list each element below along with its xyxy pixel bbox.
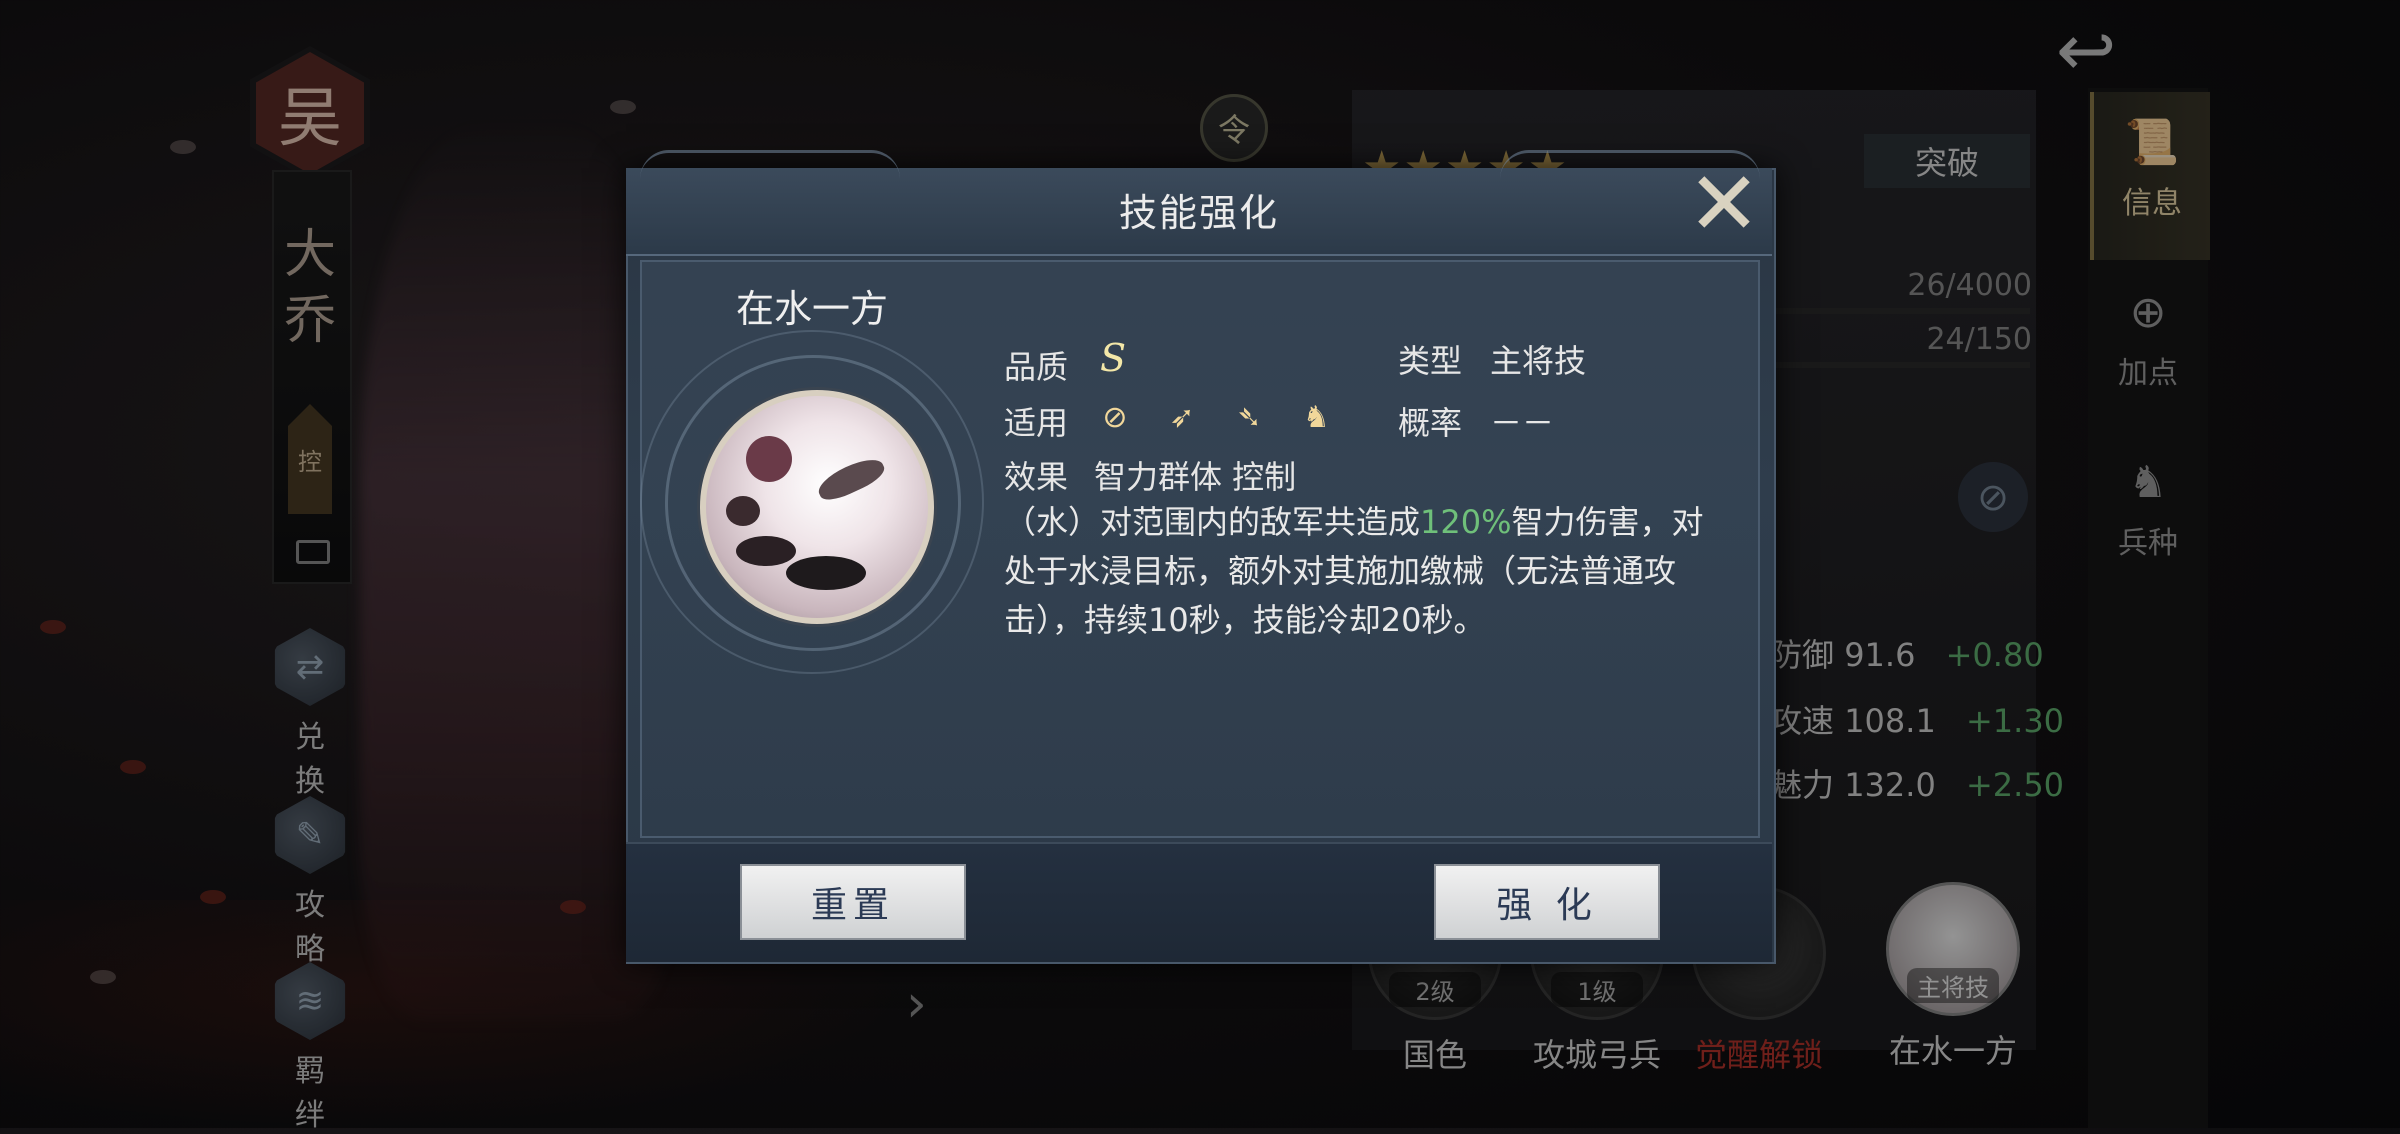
applicable-troops: ⊘ ➶ ➴ ♞ (1094, 396, 1357, 438)
skill-description: （水）对范围内的敌军共造成120%智力伤害，对处于水浸目标，额外对其施加缴械（无… (1004, 498, 1710, 645)
shield-icon: ⊘ (1102, 399, 1128, 435)
bow-icon: ➶ (1169, 399, 1195, 435)
cavalry-icon: ♞ (1302, 399, 1330, 435)
spear-icon: ➴ (1236, 399, 1262, 435)
chance-label: 概率 (1398, 404, 1463, 442)
applies-label: 适用 (1004, 404, 1069, 442)
chance-value: －－ (1490, 404, 1555, 442)
close-icon[interactable]: ✕ (1684, 160, 1764, 248)
quality-value: S (1100, 336, 1127, 380)
type-label: 类型 (1398, 342, 1463, 380)
quality-label: 品质 (1004, 348, 1069, 386)
dialog-title: 技能强化 (1118, 191, 1279, 235)
reset-button[interactable]: 重置 (740, 864, 966, 940)
effect-value: 智力群体 控制 (1094, 458, 1297, 496)
type-value: 主将技 (1490, 342, 1587, 380)
skill-name: 在水一方 (736, 287, 889, 331)
enhance-button[interactable]: 强 化 (1434, 864, 1660, 940)
description-text: （水）对范围内的敌军共造成 (1004, 503, 1421, 541)
header-ornament-left (640, 150, 900, 179)
lotus-koi-skill-icon (700, 390, 934, 624)
damage-percent: 120% (1420, 503, 1512, 541)
effect-label: 效果 (1004, 458, 1069, 496)
